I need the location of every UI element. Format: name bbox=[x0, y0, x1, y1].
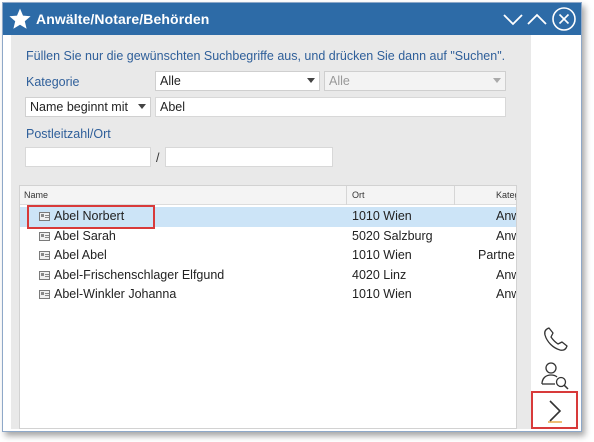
column-header-kategorie[interactable]: Kateg bbox=[496, 190, 516, 200]
dialog-window: Anwälte/Notare/Behörden Füllen Sie nur d… bbox=[2, 2, 582, 432]
search-hint: Füllen Sie nur die gewünschten Suchbegri… bbox=[26, 49, 506, 63]
row-name: Abel Norbert bbox=[54, 209, 125, 223]
row-name: Abel-Frischenschlager Elfgund bbox=[54, 267, 225, 282]
person-search-icon[interactable] bbox=[539, 359, 571, 391]
ort-input[interactable] bbox=[165, 147, 333, 167]
row-ort: 1010 Wien bbox=[352, 209, 412, 223]
table-row[interactable]: Abel Norbert 1010 Wien Anw bbox=[20, 207, 516, 227]
row-ort: 4020 Linz bbox=[352, 267, 407, 282]
row-kategorie: Anw bbox=[496, 287, 516, 301]
row-ort: 1010 Wien bbox=[352, 248, 412, 262]
subkategorie-select: Alle bbox=[324, 71, 506, 91]
search-panel: Füllen Sie nur die gewünschten Suchbegri… bbox=[11, 35, 531, 429]
name-search-input[interactable]: Abel bbox=[155, 97, 506, 117]
table-row[interactable]: Abel-Winkler Johanna 1010 Wien Anw bbox=[20, 285, 516, 305]
contact-card-icon bbox=[39, 290, 50, 299]
chevron-down-icon bbox=[493, 78, 501, 83]
close-circle-icon[interactable] bbox=[551, 6, 577, 32]
name-mode-select[interactable]: Name beginnt mit bbox=[25, 97, 151, 117]
row-name: Abel Abel bbox=[54, 248, 107, 262]
column-header-ort[interactable]: Ort bbox=[352, 190, 365, 200]
kategorie-value: Alle bbox=[160, 74, 181, 88]
kategorie-select[interactable]: Alle bbox=[155, 71, 320, 91]
chevron-right-icon bbox=[548, 400, 562, 423]
kategorie-label: Kategorie bbox=[26, 75, 80, 89]
chevron-down-icon[interactable] bbox=[500, 6, 526, 32]
subkategorie-value: Alle bbox=[329, 74, 350, 88]
contact-card-icon bbox=[39, 251, 50, 260]
action-sidebar bbox=[531, 35, 581, 431]
column-divider[interactable] bbox=[346, 186, 347, 205]
chevron-down-icon bbox=[307, 78, 315, 83]
row-ort: 5020 Salzburg bbox=[352, 228, 433, 243]
plz-input[interactable] bbox=[25, 147, 151, 167]
results-list[interactable]: Name Ort Kateg Abel Norbert 1010 Wien An… bbox=[19, 185, 517, 429]
row-kategorie: Anw bbox=[496, 228, 516, 243]
next-button[interactable] bbox=[531, 391, 578, 429]
plz-ort-separator: / bbox=[156, 151, 160, 165]
name-search-value: Abel bbox=[160, 100, 186, 114]
contact-card-icon bbox=[39, 231, 50, 241]
row-kategorie: Anw bbox=[496, 209, 516, 223]
row-kategorie: Partne bbox=[478, 248, 515, 262]
list-header: Name Ort Kateg bbox=[20, 186, 516, 205]
column-header-name[interactable]: Name bbox=[24, 190, 48, 200]
row-kategorie: Anw bbox=[496, 267, 516, 282]
chevron-up-icon[interactable] bbox=[524, 6, 550, 32]
row-name: Abel Sarah bbox=[54, 228, 116, 243]
table-row[interactable]: Abel Abel 1010 Wien Partne bbox=[20, 246, 516, 266]
table-row[interactable]: Abel Sarah 5020 Salzburg Anw bbox=[20, 227, 516, 247]
contact-card-icon bbox=[39, 270, 50, 280]
row-ort: 1010 Wien bbox=[352, 287, 412, 301]
plz-ort-label: Postleitzahl/Ort bbox=[26, 127, 111, 141]
chevron-down-icon bbox=[138, 104, 146, 109]
column-divider[interactable] bbox=[454, 186, 455, 205]
table-row[interactable]: Abel-Frischenschlager Elfgund 4020 Linz … bbox=[20, 266, 516, 286]
contact-card-icon bbox=[39, 212, 50, 221]
star-icon bbox=[9, 8, 31, 29]
window-title: Anwälte/Notare/Behörden bbox=[36, 11, 210, 27]
row-name: Abel-Winkler Johanna bbox=[54, 287, 177, 301]
name-mode-value: Name beginnt mit bbox=[30, 100, 128, 114]
phone-icon[interactable] bbox=[540, 325, 570, 355]
title-bar: Anwälte/Notare/Behörden bbox=[3, 3, 581, 35]
